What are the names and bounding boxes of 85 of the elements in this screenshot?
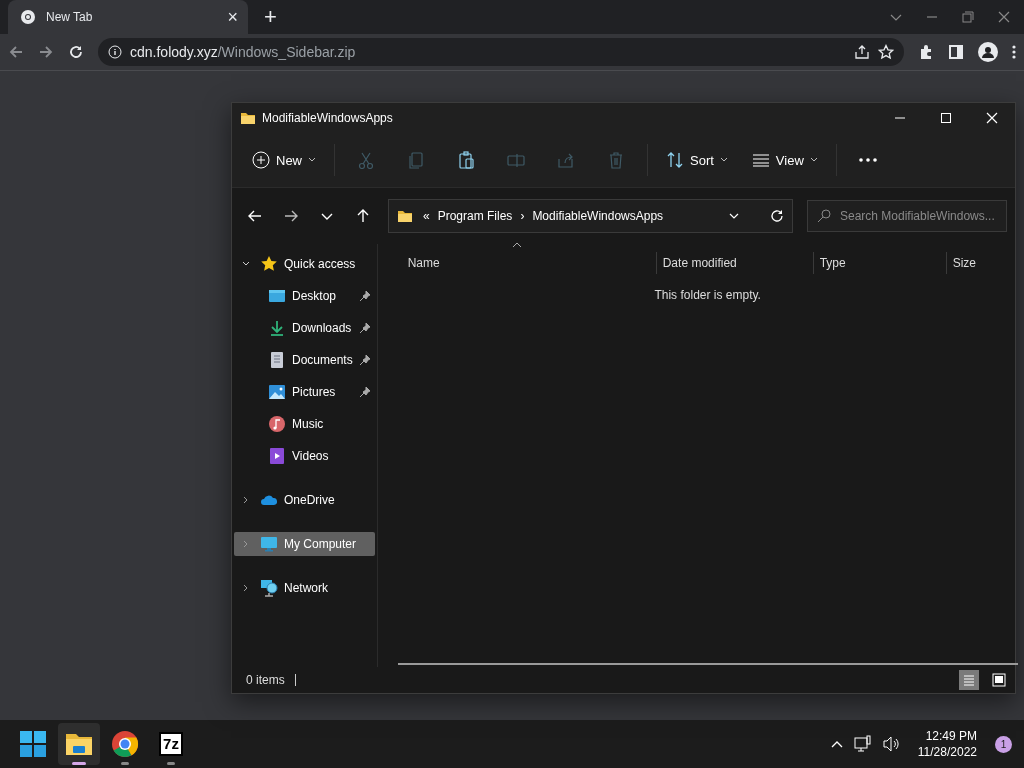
column-header[interactable]: Size bbox=[946, 252, 1024, 274]
scrollbar[interactable] bbox=[397, 663, 1018, 665]
close-tab-button[interactable]: × bbox=[227, 6, 238, 28]
taskbar-app[interactable] bbox=[58, 723, 100, 765]
more-icon bbox=[858, 158, 877, 162]
star-icon bbox=[260, 255, 278, 273]
taskbar-app[interactable]: 7z bbox=[150, 723, 192, 765]
nav-item[interactable]: My Computer bbox=[234, 532, 375, 556]
nav-item[interactable]: Documents bbox=[234, 348, 375, 372]
rename-icon bbox=[507, 151, 525, 169]
caret-icon bbox=[308, 156, 316, 164]
delete-icon bbox=[607, 151, 625, 169]
address-bar[interactable]: cdn.folody.xyz/Windows_Sidebar.zip bbox=[98, 38, 904, 66]
plus-icon bbox=[252, 151, 270, 169]
details-view-icon bbox=[961, 672, 977, 688]
view-button[interactable]: View bbox=[741, 144, 828, 176]
maximize-icon[interactable] bbox=[940, 112, 952, 124]
forward-icon[interactable] bbox=[38, 44, 54, 60]
network-icon bbox=[260, 579, 278, 597]
nav-item[interactable]: Downloads bbox=[234, 316, 375, 340]
up-icon bbox=[355, 208, 371, 224]
cut-icon bbox=[357, 151, 375, 169]
puzzle-icon[interactable] bbox=[918, 44, 934, 60]
menu-icon[interactable] bbox=[1012, 44, 1016, 60]
document-icon bbox=[268, 351, 286, 369]
forward-icon bbox=[283, 208, 299, 224]
share-icon bbox=[557, 151, 575, 169]
empty-folder-message: This folder is empty. bbox=[653, 288, 762, 302]
column-header[interactable]: Name bbox=[401, 252, 657, 274]
nav-item[interactable]: OneDrive bbox=[234, 488, 375, 512]
monitor-icon bbox=[260, 535, 278, 553]
browser-tab[interactable]: New Tab × bbox=[8, 0, 248, 34]
folder-icon bbox=[240, 110, 256, 126]
notification-badge[interactable]: 1 bbox=[995, 735, 1012, 753]
folder-icon bbox=[397, 208, 415, 224]
nav-item[interactable]: Network bbox=[234, 576, 375, 600]
sort-icon bbox=[666, 151, 684, 169]
item-count: 0 items bbox=[246, 673, 285, 687]
list-icon bbox=[751, 151, 770, 169]
info-icon[interactable] bbox=[108, 45, 122, 59]
copy-icon bbox=[407, 151, 425, 169]
sort-button[interactable]: Sort bbox=[656, 144, 738, 176]
reload-icon[interactable] bbox=[68, 44, 84, 60]
back-icon[interactable] bbox=[8, 44, 24, 60]
nav-item[interactable]: Desktop bbox=[234, 284, 375, 308]
nav-item[interactable]: Videos bbox=[234, 444, 375, 468]
address-bar[interactable]: « Program Files › ModifiableWindowsApps bbox=[388, 199, 793, 233]
new-tab-button[interactable]: + bbox=[258, 3, 283, 31]
video-icon bbox=[268, 447, 286, 465]
profile-icon[interactable] bbox=[978, 42, 998, 62]
new-button[interactable]: New bbox=[242, 144, 326, 176]
breadcrumb-item[interactable]: ModifiableWindowsApps bbox=[532, 209, 664, 223]
chrome-icon bbox=[20, 9, 36, 25]
download-icon bbox=[268, 319, 286, 337]
star-icon[interactable] bbox=[878, 44, 894, 60]
window-title: ModifiableWindowsApps bbox=[262, 111, 393, 125]
share-icon[interactable] bbox=[854, 44, 870, 60]
breadcrumb-item[interactable]: Program Files bbox=[437, 209, 513, 223]
picture-icon bbox=[268, 383, 286, 401]
desktop-icon bbox=[268, 287, 286, 305]
breadcrumb-separator: › bbox=[520, 209, 525, 223]
search-field[interactable]: Search ModifiableWindows... bbox=[807, 200, 1007, 232]
start-icon bbox=[17, 728, 49, 760]
chrome-icon bbox=[109, 728, 141, 760]
paste-icon bbox=[457, 151, 475, 169]
column-header[interactable]: Date modified bbox=[656, 252, 814, 274]
clock[interactable]: 12:49 PM 11/28/2022 bbox=[917, 728, 977, 760]
back-icon bbox=[247, 208, 263, 224]
side-panel-icon[interactable] bbox=[948, 44, 964, 60]
column-header[interactable]: Type bbox=[813, 252, 947, 274]
search-icon bbox=[817, 209, 831, 223]
caret-icon bbox=[719, 156, 728, 164]
music-icon bbox=[268, 415, 286, 433]
restore-icon[interactable] bbox=[962, 11, 974, 23]
network-icon[interactable] bbox=[853, 735, 872, 753]
nav-item[interactable]: Quick access bbox=[234, 252, 375, 276]
overflow-chevron[interactable]: « bbox=[423, 209, 430, 223]
nav-item[interactable]: Pictures bbox=[234, 380, 375, 404]
nav-item[interactable]: Music bbox=[234, 412, 375, 436]
caret-icon bbox=[809, 156, 818, 164]
tiles-view-button[interactable] bbox=[989, 670, 1009, 690]
refresh-icon[interactable] bbox=[770, 209, 784, 223]
volume-icon[interactable] bbox=[881, 735, 900, 753]
url-text: cdn.folody.xyz/Windows_Sidebar.zip bbox=[130, 44, 356, 60]
tiles-view-icon bbox=[991, 672, 1007, 688]
